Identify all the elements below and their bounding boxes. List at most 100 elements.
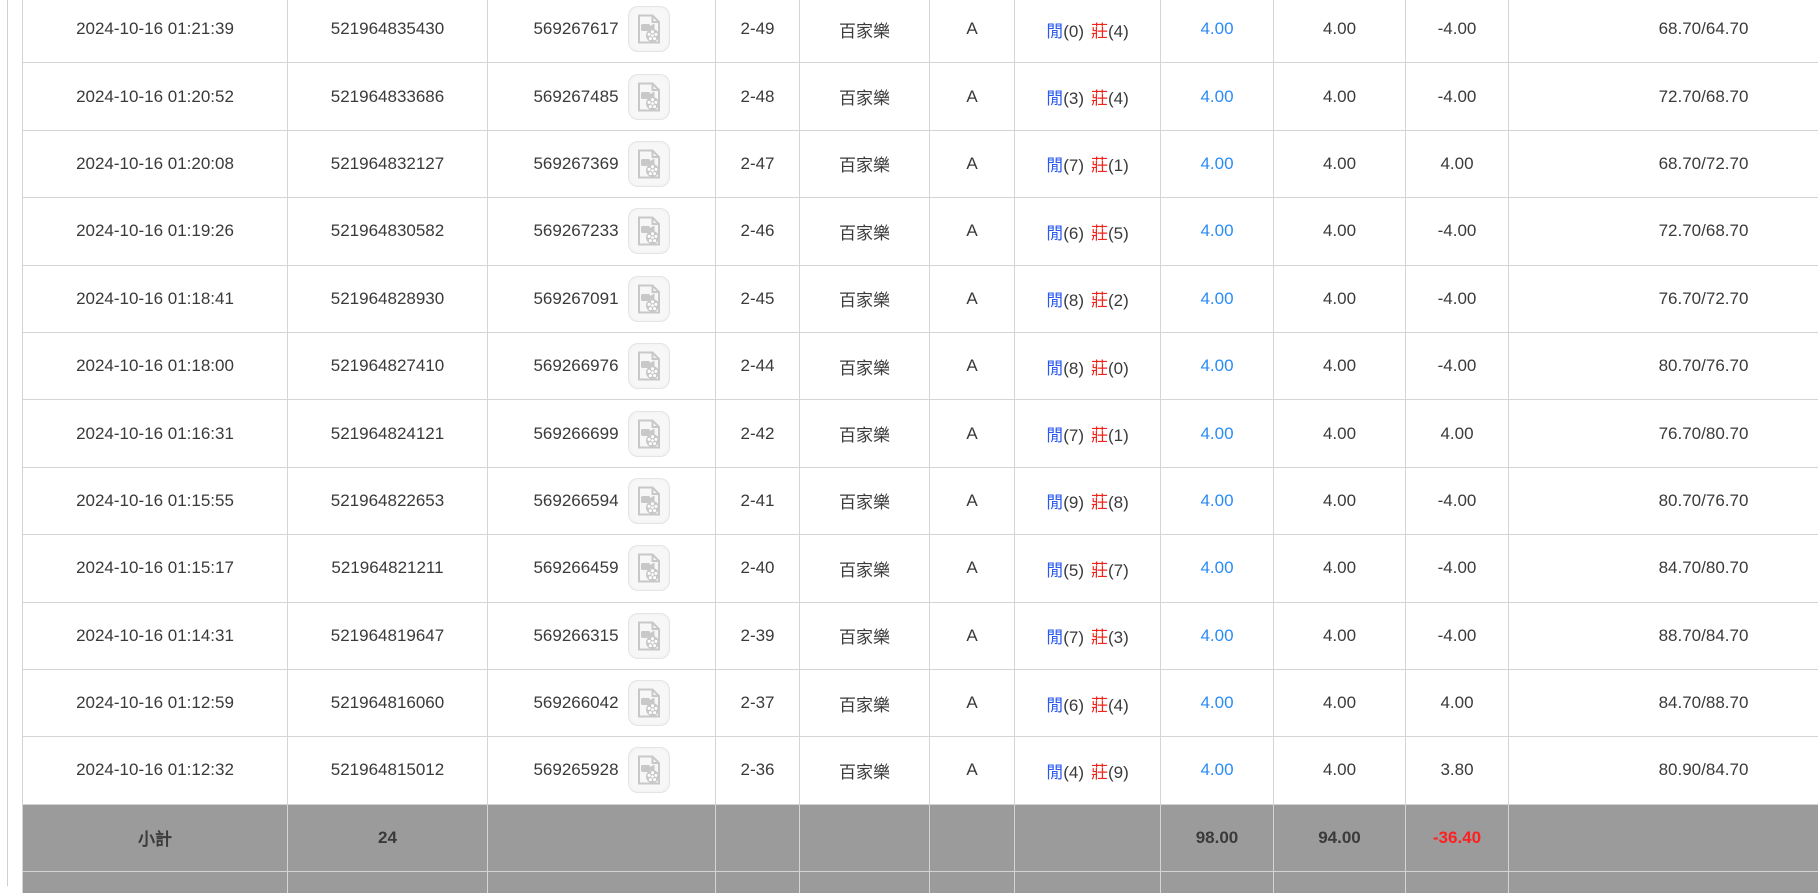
video-replay-button[interactable]	[627, 477, 670, 524]
video-file-icon	[637, 755, 660, 785]
bet-amount-link[interactable]: 4.00	[1200, 626, 1233, 645]
bet-record-row: 2024-10-16 01:12:59 521964816060 5692660…	[22, 668, 1818, 738]
player-result-label: 閒	[1046, 89, 1064, 109]
balance-cell: 80.90/84.70	[1508, 736, 1818, 805]
banker-result-score: (9)	[1108, 762, 1129, 782]
bet-amount-link[interactable]: 4.00	[1200, 154, 1233, 173]
result-cell: 閒(6) 莊(4)	[1014, 668, 1161, 738]
video-replay-button[interactable]	[627, 680, 670, 727]
game-id-cell: 569267233	[487, 197, 716, 266]
bet-time-cell: 2024-10-16 01:21:39	[22, 0, 288, 64]
bet-id-cell: 521964824121	[287, 399, 488, 468]
video-replay-button[interactable]	[627, 410, 670, 457]
subtotal-row: 小計 24 98.00 94.00 -36.40	[22, 803, 1818, 873]
player-result-score: (0)	[1063, 21, 1084, 41]
bet-record-row: 2024-10-16 01:20:08 521964832127 5692673…	[22, 129, 1818, 199]
bet-amount-cell: 4.00	[1160, 601, 1274, 670]
table-name-cell: A	[929, 0, 1015, 64]
round-cell: 2-47	[715, 129, 800, 199]
bet-time-cell: 2024-10-16 01:18:41	[22, 264, 288, 333]
bet-record-row: 2024-10-16 01:20:52 521964833686 5692674…	[22, 62, 1818, 131]
video-replay-button[interactable]	[627, 73, 670, 120]
bet-amount-link[interactable]: 4.00	[1200, 491, 1233, 510]
video-replay-button[interactable]	[627, 612, 670, 659]
game-id-text: 569265928	[533, 760, 619, 780]
bet-amount-link[interactable]: 4.00	[1200, 87, 1233, 106]
bet-amount-cell: 4.00	[1160, 264, 1274, 333]
bet-record-row: 2024-10-16 01:18:00 521964827410 5692669…	[22, 331, 1818, 401]
footer-empty-cell	[929, 803, 1015, 873]
bet-amount-link[interactable]: 4.00	[1200, 289, 1233, 308]
bet-amount-cell: 4.00	[1160, 466, 1274, 536]
bet-id-cell: 521964821211	[287, 534, 488, 603]
player-result-label: 閒	[1046, 695, 1064, 715]
video-replay-button[interactable]	[627, 140, 670, 187]
bet-amount-link[interactable]: 4.00	[1200, 693, 1233, 712]
player-result-score: (8)	[1063, 358, 1084, 378]
total-row: 總計 24 98.00 94.00 -36.40	[22, 871, 1818, 893]
bet-amount-link[interactable]: 4.00	[1200, 221, 1233, 240]
bet-time-cell: 2024-10-16 01:15:17	[22, 534, 288, 603]
game-type-cell: 百家樂	[799, 466, 930, 536]
banker-result-label: 莊	[1091, 21, 1108, 41]
game-type-cell: 百家樂	[799, 197, 930, 266]
video-replay-button[interactable]	[627, 208, 670, 255]
game-id-text: 569266976	[533, 356, 619, 376]
result-cell: 閒(7) 莊(3)	[1014, 601, 1161, 670]
bet-id-cell: 521964835430	[287, 0, 488, 64]
bet-time-cell: 2024-10-16 01:16:31	[22, 399, 288, 468]
bet-id-cell: 521964819647	[287, 601, 488, 670]
game-id-cell: 569266699	[487, 399, 716, 468]
banker-result-score: (1)	[1108, 156, 1129, 176]
game-id-group: 569267233	[533, 208, 670, 255]
video-file-icon	[637, 621, 660, 651]
total-bet-total: 98.00	[1160, 871, 1274, 893]
round-cell: 2-40	[715, 534, 800, 603]
subtotal-bet-total: 98.00	[1160, 803, 1274, 873]
footer-empty-cell	[487, 803, 716, 873]
total-label: 總計	[22, 871, 288, 893]
game-type-cell: 百家樂	[799, 264, 930, 333]
table-name-cell: A	[929, 331, 1015, 401]
player-result-label: 閒	[1046, 223, 1064, 243]
bet-time-cell: 2024-10-16 01:19:26	[22, 197, 288, 266]
banker-result-score: (5)	[1108, 223, 1129, 243]
balance-cell: 88.70/84.70	[1508, 601, 1818, 670]
video-replay-button[interactable]	[627, 545, 670, 592]
bet-amount-link[interactable]: 4.00	[1200, 424, 1233, 443]
video-file-icon	[637, 14, 660, 44]
result-cell: 閒(4) 莊(9)	[1014, 736, 1161, 805]
player-result-score: (7)	[1063, 426, 1084, 446]
round-cell: 2-39	[715, 601, 800, 670]
bet-amount-link[interactable]: 4.00	[1200, 19, 1233, 38]
win-loss-cell: 4.00	[1405, 399, 1509, 468]
result-cell: 閒(6) 莊(5)	[1014, 197, 1161, 266]
bet-amount-link[interactable]: 4.00	[1200, 760, 1233, 779]
video-replay-button[interactable]	[627, 6, 670, 53]
banker-result-label: 莊	[1091, 762, 1108, 782]
round-cell: 2-41	[715, 466, 800, 536]
video-file-icon	[637, 553, 660, 583]
bet-amount-cell: 4.00	[1160, 668, 1274, 738]
banker-result-label: 莊	[1091, 695, 1108, 715]
banker-result-label: 莊	[1091, 560, 1108, 580]
game-id-cell: 569266315	[487, 601, 716, 670]
win-loss-cell: -4.00	[1405, 534, 1509, 603]
video-replay-button[interactable]	[627, 343, 670, 390]
video-replay-button[interactable]	[627, 747, 670, 794]
round-cell: 2-42	[715, 399, 800, 468]
game-id-text: 569267485	[533, 86, 619, 106]
footer-empty-cell	[799, 803, 930, 873]
result-cell: 閒(8) 莊(0)	[1014, 331, 1161, 401]
banker-result-label: 莊	[1091, 223, 1108, 243]
bet-amount-link[interactable]: 4.00	[1200, 558, 1233, 577]
banker-result-label: 莊	[1091, 358, 1108, 378]
video-replay-button[interactable]	[627, 275, 670, 322]
bet-amount-link[interactable]: 4.00	[1200, 356, 1233, 375]
game-id-text: 569267369	[533, 153, 619, 173]
game-type-cell: 百家樂	[799, 129, 930, 199]
game-id-cell: 569267369	[487, 129, 716, 199]
result-cell: 閒(7) 莊(1)	[1014, 399, 1161, 468]
result-cell: 閒(0) 莊(4)	[1014, 0, 1161, 64]
round-cell: 2-36	[715, 736, 800, 805]
